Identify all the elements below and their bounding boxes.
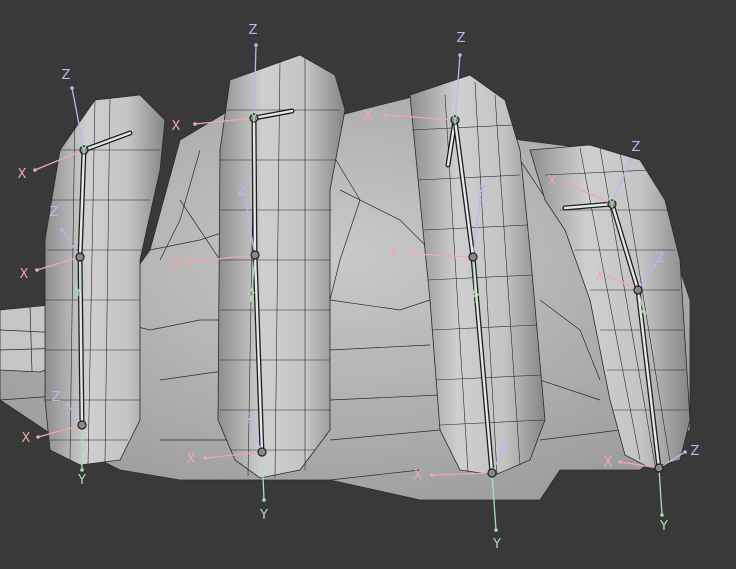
- x-axis-tip: [36, 435, 40, 439]
- z-axis-label: Z: [246, 412, 255, 427]
- joint-head: [77, 420, 87, 430]
- joint-head: [633, 285, 643, 295]
- y-axis-tip: [494, 528, 498, 532]
- y-axis-label: Y: [77, 473, 86, 488]
- z-axis-label: Z: [249, 23, 258, 38]
- y-axis-line: [658, 467, 663, 516]
- z-axis-label: Z: [238, 184, 247, 199]
- x-axis-label: X: [18, 167, 27, 182]
- y-axis-tip: [660, 513, 664, 517]
- x-axis-tip: [203, 456, 207, 460]
- x-axis-tip: [618, 460, 622, 464]
- z-axis-label: Z: [632, 140, 641, 155]
- z-axis-tip: [628, 158, 632, 162]
- joint-head: [468, 252, 478, 262]
- x-axis-tip: [606, 274, 610, 278]
- z-axis-label: Z: [656, 251, 665, 266]
- hand-rig-scene: X Z Y X Z Y X Z Y X Z Y X Z Y X Z Y X Z Y X Z Y X Z Y X Z Y X Z Y X Z Y: [0, 23, 700, 552]
- z-axis-tip: [244, 203, 248, 207]
- x-axis-tip: [188, 260, 192, 264]
- joint-head: [75, 252, 85, 262]
- x-axis-label: X: [187, 452, 196, 467]
- joint-head: [487, 468, 497, 478]
- y-axis-label: Y: [492, 537, 501, 552]
- z-axis-tip: [254, 43, 258, 47]
- x-axis-tip: [565, 181, 569, 185]
- joint-head: [654, 463, 664, 473]
- x-axis-tip: [410, 252, 414, 256]
- y-axis-label: Y: [640, 309, 649, 324]
- finger-middle: [217, 54, 346, 479]
- x-axis-label: X: [22, 431, 31, 446]
- y-axis-label: Y: [450, 113, 459, 128]
- 3d-viewport[interactable]: X Z Y X Z Y X Z Y X Z Y X Z Y X Z Y X Z Y X Z Y X Z Y X Z Y X Z Y X Z Y: [0, 0, 736, 565]
- y-axis-label: Y: [471, 292, 480, 307]
- z-axis-tip: [66, 403, 70, 407]
- z-axis-label: Z: [62, 68, 71, 83]
- joint-head: [257, 447, 267, 457]
- z-axis-label: Z: [457, 31, 466, 46]
- x-axis-label: X: [173, 257, 182, 272]
- x-axis-tip: [35, 268, 39, 272]
- z-axis-tip: [683, 450, 687, 454]
- z-axis-tip: [250, 428, 254, 432]
- y-axis-label: Y: [246, 291, 255, 306]
- z-axis-label: Z: [499, 439, 508, 454]
- joint-head: [250, 250, 260, 260]
- x-axis-label: X: [596, 269, 605, 284]
- y-axis-label: Y: [259, 508, 268, 523]
- bone: [252, 116, 257, 257]
- y-axis-label: Y: [607, 197, 616, 212]
- z-axis-label: Z: [50, 205, 59, 220]
- x-axis-label: X: [172, 119, 181, 134]
- x-axis-label: X: [364, 109, 373, 124]
- y-axis-tip: [80, 468, 84, 472]
- x-axis-label: X: [20, 267, 29, 282]
- x-axis-label: X: [548, 174, 557, 189]
- y-axis-label: Y: [249, 111, 258, 126]
- y-axis-tip: [262, 498, 266, 502]
- y-axis-label: Y: [79, 143, 88, 158]
- x-axis-tip: [383, 113, 387, 117]
- z-axis-label: Z: [478, 184, 487, 199]
- z-axis-label: Z: [691, 444, 700, 459]
- z-axis-label: Z: [52, 390, 61, 405]
- x-axis-label: X: [414, 468, 423, 483]
- x-axis-label: X: [604, 455, 613, 470]
- x-axis-tip: [430, 473, 434, 477]
- y-axis-label: Y: [659, 519, 668, 534]
- y-axis-label: Y: [73, 285, 82, 300]
- x-axis-tip: [193, 122, 197, 126]
- z-axis-tip: [458, 53, 462, 57]
- x-axis-tip: [33, 168, 37, 172]
- z-axis-tip: [70, 86, 74, 90]
- x-axis-label: X: [390, 247, 399, 262]
- z-axis-tip: [60, 228, 64, 232]
